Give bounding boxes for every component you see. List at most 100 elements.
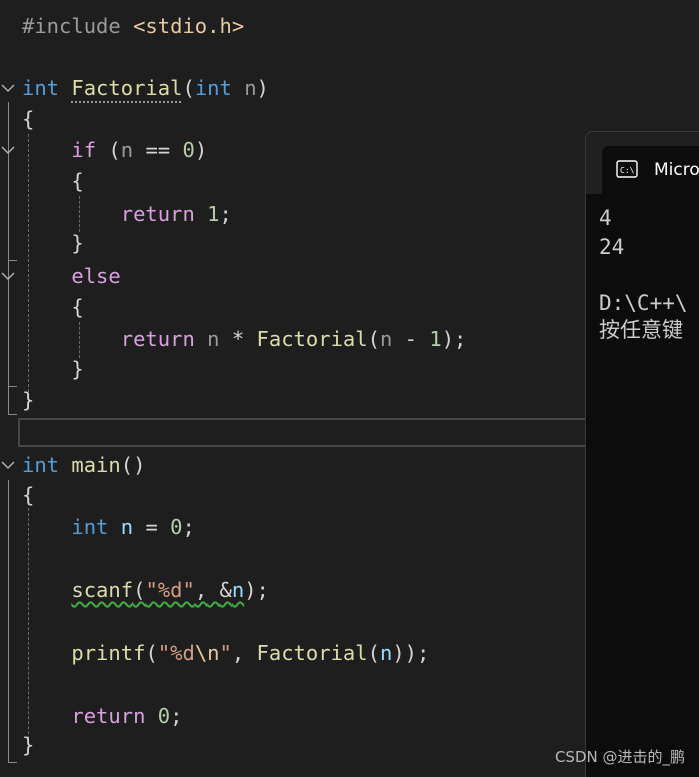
warning-squiggle[interactable]: scanf("%d", &n bbox=[71, 578, 244, 602]
chevron-down-icon bbox=[1, 272, 15, 281]
terminal-icon: C:\ bbox=[616, 159, 638, 179]
punctuation: ) bbox=[194, 138, 208, 162]
console-window[interactable]: C:\ Micro 4 24 D:\C++\ 按任意键 bbox=[585, 131, 699, 777]
chevron-down-icon bbox=[1, 84, 15, 93]
console-output-line: 24 bbox=[599, 235, 625, 259]
chevron-down-icon bbox=[1, 461, 15, 470]
punctuation: ; bbox=[182, 515, 195, 539]
operator: == bbox=[145, 138, 171, 162]
punctuation: ( bbox=[108, 138, 121, 162]
console-output-line: 按任意键 bbox=[599, 318, 683, 342]
fold-toggle-if[interactable] bbox=[0, 142, 16, 158]
brace: { bbox=[22, 107, 35, 131]
punctuation: , bbox=[231, 641, 245, 665]
punctuation: ) bbox=[256, 76, 269, 100]
code-line-return-0[interactable]: return 0; bbox=[22, 701, 182, 731]
brace: } bbox=[22, 733, 35, 757]
svg-text:C:\: C:\ bbox=[620, 166, 635, 175]
fold-guide-else bbox=[8, 290, 9, 386]
punctuation: () bbox=[120, 453, 146, 477]
code-line-return-1[interactable]: return 1; bbox=[22, 199, 232, 229]
include-header: <stdio.h> bbox=[133, 14, 245, 38]
code-line-brace[interactable]: { bbox=[22, 166, 84, 196]
type-keyword: int bbox=[194, 76, 232, 100]
code-line-brace[interactable]: { bbox=[22, 292, 84, 322]
type-keyword: int bbox=[22, 453, 60, 477]
brace: } bbox=[22, 388, 35, 412]
code-line-brace[interactable]: { bbox=[22, 104, 34, 134]
control-keyword: return bbox=[120, 202, 195, 226]
control-keyword: else bbox=[71, 264, 121, 288]
punctuation: )); bbox=[392, 641, 430, 665]
type-keyword: int bbox=[22, 76, 60, 100]
code-line-factorial-signature[interactable]: int Factorial(int n) bbox=[22, 73, 269, 103]
fold-guide-else-end bbox=[8, 386, 17, 387]
console-tab-title: Micro bbox=[654, 160, 699, 180]
console-titlebar[interactable]: C:\ Micro bbox=[586, 132, 699, 194]
function-call[interactable]: printf bbox=[71, 641, 145, 665]
string-literal: "%d" bbox=[145, 578, 195, 602]
fold-toggle-else[interactable] bbox=[0, 268, 16, 284]
code-line-brace[interactable]: } bbox=[22, 730, 34, 760]
code-line-else[interactable]: else bbox=[22, 261, 121, 291]
function-name[interactable]: Factorial bbox=[71, 76, 182, 100]
operator: * bbox=[231, 327, 245, 351]
code-line-scanf[interactable]: scanf("%d", &n); bbox=[22, 575, 269, 605]
function-call[interactable]: scanf bbox=[71, 578, 133, 602]
variable: n bbox=[379, 641, 393, 665]
function-name[interactable]: main bbox=[71, 453, 120, 477]
code-line-printf[interactable]: printf("%d\n", Factorial(n)); bbox=[22, 638, 429, 668]
fold-toggle-factorial[interactable] bbox=[0, 80, 16, 96]
code-line-include[interactable]: #include <stdio.h> bbox=[22, 11, 244, 41]
function-call[interactable]: Factorial bbox=[257, 641, 368, 665]
number-literal: 1 bbox=[429, 327, 442, 351]
brace: } bbox=[71, 231, 84, 255]
control-keyword: return bbox=[71, 704, 146, 728]
fold-guide-main bbox=[8, 480, 9, 762]
fold-guide-main-end bbox=[8, 762, 17, 763]
console-tab[interactable]: C:\ Micro bbox=[602, 146, 699, 194]
parameter: n bbox=[244, 76, 257, 100]
code-line-declaration[interactable]: int n = 0; bbox=[22, 512, 195, 542]
function-call[interactable]: Factorial bbox=[257, 327, 368, 351]
fold-guide-factorial-end bbox=[8, 414, 17, 415]
brace: { bbox=[22, 483, 35, 507]
number-literal: 0 bbox=[157, 704, 171, 728]
variable: n bbox=[120, 515, 134, 539]
punctuation: ); bbox=[244, 578, 269, 602]
punctuation: ( bbox=[182, 76, 195, 100]
fold-guide-if bbox=[8, 164, 9, 260]
code-line-brace[interactable]: } bbox=[22, 354, 83, 384]
control-keyword: return bbox=[120, 327, 195, 351]
code-line-if[interactable]: if (n == 0) bbox=[22, 135, 207, 165]
preprocessor-directive: #include bbox=[22, 14, 121, 38]
fold-guide-if-end bbox=[8, 260, 17, 261]
code-line-brace[interactable]: { bbox=[22, 480, 34, 510]
number-literal: 1 bbox=[207, 202, 220, 226]
punctuation: ( bbox=[367, 327, 380, 351]
code-line-brace[interactable]: } bbox=[22, 228, 84, 258]
punctuation: ( bbox=[133, 578, 146, 602]
escape-sequence: \n bbox=[194, 641, 220, 665]
punctuation: ); bbox=[441, 327, 467, 351]
code-line-return-recursive[interactable]: return n * Factorial(n - 1); bbox=[22, 324, 467, 354]
number-literal: 0 bbox=[182, 138, 195, 162]
parameter: n bbox=[207, 327, 220, 351]
brace: { bbox=[71, 169, 84, 193]
console-output-line: 4 bbox=[599, 206, 612, 230]
chevron-down-icon bbox=[1, 146, 15, 155]
string-literal: "%d bbox=[157, 641, 195, 665]
punctuation: ; bbox=[170, 704, 183, 728]
variable: n bbox=[231, 578, 245, 602]
code-line-brace[interactable]: } bbox=[22, 385, 34, 415]
string-literal: " bbox=[219, 641, 232, 665]
operator: - bbox=[404, 327, 417, 351]
code-line-main-signature[interactable]: int main() bbox=[22, 450, 145, 480]
operator: & bbox=[219, 578, 232, 602]
number-literal: 0 bbox=[170, 515, 183, 539]
screenshot-root: #include <stdio.h> int Factorial(int n) … bbox=[0, 0, 699, 777]
fold-toggle-main[interactable] bbox=[0, 457, 16, 473]
brace: { bbox=[71, 295, 84, 319]
punctuation: ( bbox=[145, 641, 158, 665]
punctuation: ; bbox=[219, 202, 232, 226]
